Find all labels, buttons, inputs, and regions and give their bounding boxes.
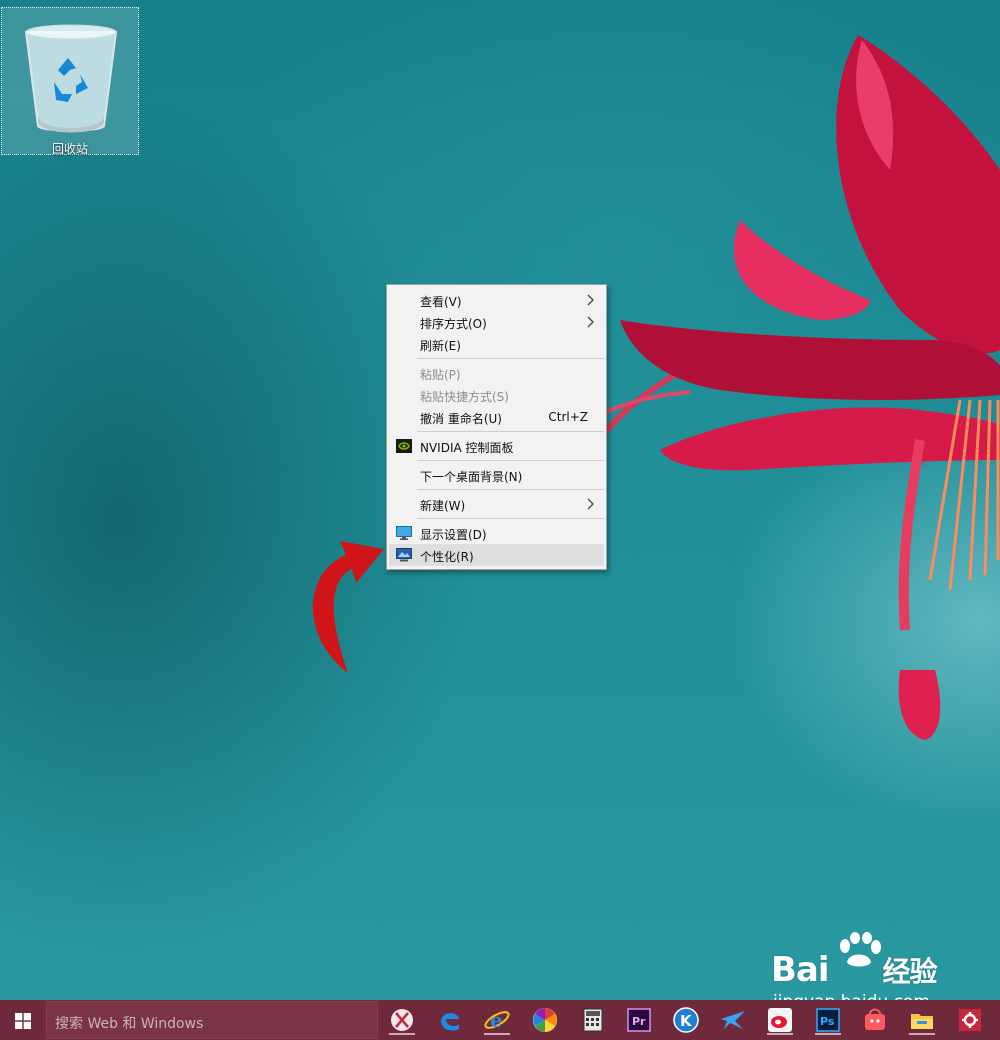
- ie-icon[interactable]: e: [482, 1005, 512, 1035]
- qq-app-icon[interactable]: [860, 1005, 890, 1035]
- menu-item-new[interactable]: 新建(W): [389, 493, 604, 515]
- file-explorer-icon[interactable]: [907, 1005, 937, 1035]
- running-indicator: [389, 1033, 415, 1035]
- start-button[interactable]: [0, 1000, 46, 1040]
- wallpaper-flower: [600, 35, 1000, 740]
- annotation-arrow-icon: [312, 541, 384, 673]
- menu-item-label: 新建(W): [420, 499, 466, 513]
- menu-item-undo-rename[interactable]: 撤消 重命名(U) Ctrl+Z: [389, 406, 604, 428]
- menu-item-view[interactable]: 查看(V): [389, 289, 604, 311]
- recycle-bin[interactable]: 回收站: [1, 7, 139, 156]
- menu-item-label: 粘贴快捷方式(S): [420, 390, 509, 404]
- chevron-right-icon: [587, 294, 594, 306]
- search-placeholder: 搜索 Web 和 Windows: [55, 1016, 204, 1032]
- menu-item-personalize[interactable]: 个性化(R): [389, 544, 604, 566]
- windows-logo-icon: [15, 1013, 31, 1029]
- svg-text:Pr: Pr: [632, 1015, 646, 1028]
- recycle-bin-label: 回收站: [51, 142, 88, 156]
- menu-item-label: 粘贴(P): [420, 368, 461, 382]
- menu-item-label: NVIDIA 控制面板: [420, 441, 514, 455]
- menu-item-paste: 粘贴(P): [389, 362, 604, 384]
- baidu-brand-cn: 经验: [882, 955, 938, 988]
- menu-item-label: 下一个桌面背景(N): [420, 470, 523, 484]
- menu-item-label: 撤消 重命名(U): [420, 412, 502, 426]
- menu-item-label: 排序方式(O): [420, 317, 487, 331]
- recycle-bin-icon: [24, 24, 118, 133]
- menu-separator: [417, 518, 604, 519]
- premiere-icon[interactable]: Pr: [624, 1005, 654, 1035]
- baidu-brand-text: Bai: [771, 950, 830, 990]
- search-input[interactable]: 搜索 Web 和 Windows: [46, 1001, 378, 1039]
- running-indicator: [484, 1033, 510, 1035]
- personalize-icon: [396, 548, 412, 562]
- display-icon: [396, 526, 412, 540]
- running-indicator: [815, 1033, 841, 1035]
- menu-separator: [417, 489, 604, 490]
- svg-text:e: e: [490, 1008, 503, 1032]
- menu-separator: [417, 460, 604, 461]
- menu-item-label: 刷新(E): [420, 339, 461, 353]
- menu-item-shortcut: Ctrl+Z: [548, 410, 588, 424]
- svg-text:Ps: Ps: [820, 1015, 835, 1028]
- feiyu-icon[interactable]: [718, 1005, 748, 1035]
- menu-item-paste-shortcut: 粘贴快捷方式(S): [389, 384, 604, 406]
- edge-icon[interactable]: [435, 1005, 465, 1035]
- menu-item-nvidia-control-panel[interactable]: NVIDIA 控制面板: [389, 435, 604, 457]
- menu-item-next-background[interactable]: 下一个桌面背景(N): [389, 464, 604, 486]
- baidu-watermark: Bai 经验 jingyan.baidu.com: [765, 932, 995, 1000]
- menu-item-refresh[interactable]: 刷新(E): [389, 333, 604, 355]
- menu-item-label: 个性化(R): [420, 550, 474, 564]
- menu-separator: [417, 431, 604, 432]
- photoshop-icon[interactable]: Ps: [813, 1005, 843, 1035]
- desktop[interactable]: 回收站 查看(V) 排序方式(O) 刷新(E) 粘贴(P) 粘贴快捷方式(S) …: [0, 0, 1000, 1000]
- svg-text:K: K: [680, 1012, 693, 1030]
- running-indicator: [909, 1033, 935, 1035]
- weibo-icon[interactable]: [765, 1005, 795, 1035]
- menu-item-label: 查看(V): [420, 295, 462, 309]
- kugou-icon[interactable]: K: [671, 1005, 701, 1035]
- menu-separator: [417, 358, 604, 359]
- menu-item-sort-by[interactable]: 排序方式(O): [389, 311, 604, 333]
- settings-icon[interactable]: [955, 1005, 985, 1035]
- context-menu: 查看(V) 排序方式(O) 刷新(E) 粘贴(P) 粘贴快捷方式(S) 撤消 重…: [386, 284, 607, 570]
- nvidia-icon: [396, 439, 412, 453]
- baidu-url: jingyan.baidu.com: [773, 992, 930, 1000]
- taskbar: 搜索 Web 和 Windows e Pr K Ps: [0, 1000, 1000, 1040]
- photo-icon[interactable]: [530, 1005, 560, 1035]
- chevron-right-icon: [587, 316, 594, 328]
- menu-item-display-settings[interactable]: 显示设置(D): [389, 522, 604, 544]
- chevron-right-icon: [587, 498, 594, 510]
- snipping-tool-icon[interactable]: [387, 1005, 417, 1035]
- running-indicator: [767, 1033, 793, 1035]
- calculator-icon[interactable]: [578, 1005, 608, 1035]
- baidu-brand: Bai 经验: [771, 950, 938, 990]
- menu-item-label: 显示设置(D): [420, 528, 487, 542]
